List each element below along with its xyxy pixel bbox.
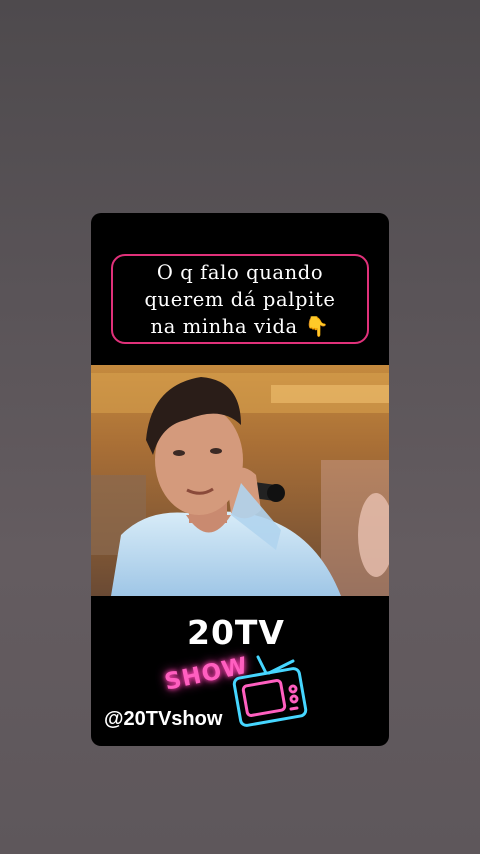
caption-box: O q falo quando querem dá palpite na min… [111, 254, 369, 344]
brand-area: 20TV SHOW @20TVshow [91, 613, 389, 746]
story-card: O q falo quando querem dá palpite na min… [91, 213, 389, 746]
retro-tv-icon [232, 655, 308, 727]
brand-title: 20TV [187, 613, 285, 652]
caption-text: O q falo quando querem dá palpite na min… [144, 260, 336, 338]
video-frame[interactable] [91, 365, 389, 596]
singer-image [91, 365, 389, 596]
account-handle[interactable]: @20TVshow [104, 708, 222, 731]
